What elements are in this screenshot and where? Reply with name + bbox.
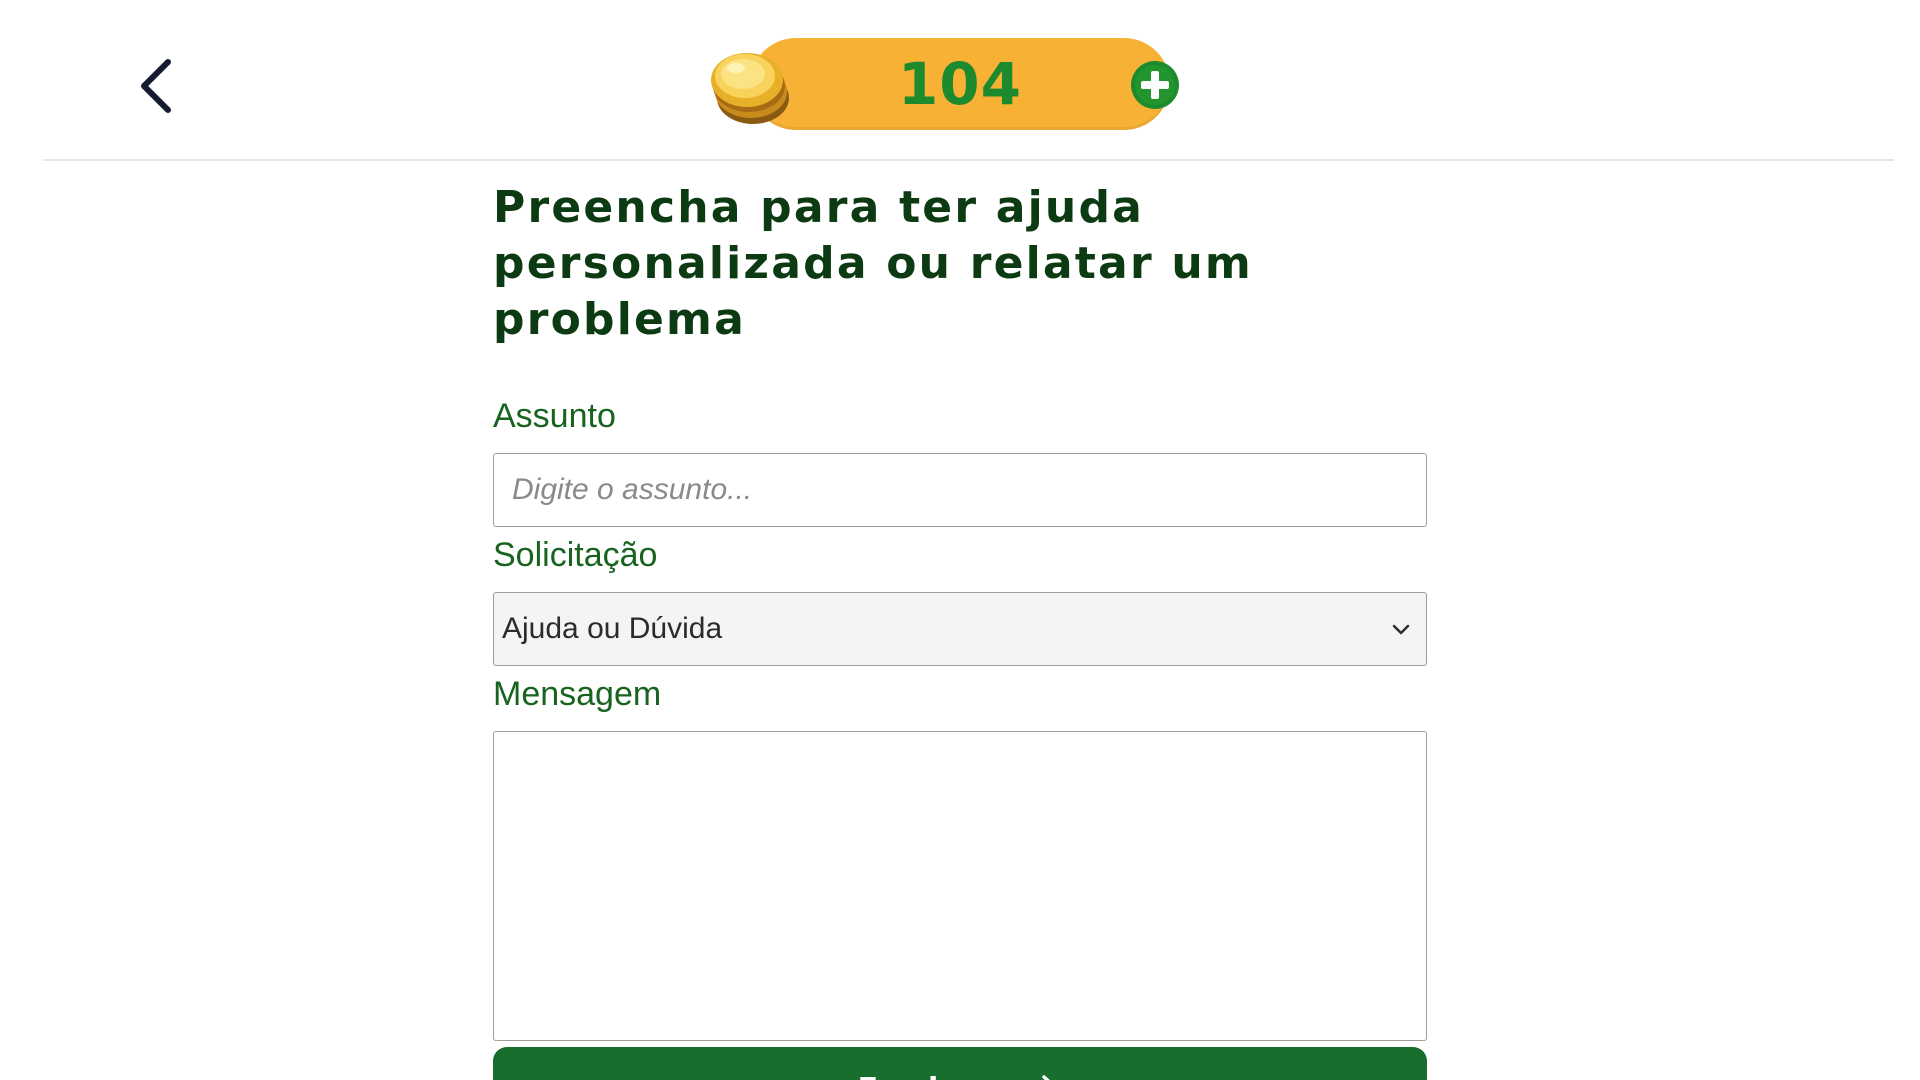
page-title-line-1: Preencha para ter ajuda (493, 182, 1145, 233)
help-form: Preencha para ter ajuda personalizada ou… (493, 180, 1427, 1080)
page-title-line-2: personalizada ou relatar um problema (493, 238, 1253, 345)
subject-input[interactable] (493, 453, 1427, 527)
request-label: Solicitação (493, 536, 658, 574)
back-button[interactable] (126, 56, 186, 116)
help-page: 104 Preencha para ter ajuda personalizad… (0, 0, 1920, 1080)
request-select-value: Ajuda ou Dúvida (502, 612, 723, 645)
submit-button-label: Enviar (858, 1072, 983, 1080)
coin-stack-icon (711, 53, 789, 124)
coin-balance: 104 (705, 38, 1185, 130)
coin-count: 104 (897, 50, 1023, 118)
message-textarea[interactable] (493, 731, 1427, 1041)
add-coins-button[interactable] (1130, 60, 1180, 110)
submit-button[interactable]: Enviar (493, 1047, 1427, 1080)
chevron-left-icon (141, 59, 171, 113)
message-label: Mensagem (493, 675, 662, 713)
arrow-right-icon (1042, 1075, 1051, 1080)
chevron-down-icon (1392, 624, 1410, 635)
plus-circle-icon (1131, 61, 1179, 109)
subject-label: Assunto (493, 397, 616, 435)
request-select[interactable]: Ajuda ou Dúvida (493, 592, 1427, 666)
header-divider (43, 159, 1894, 161)
page-title: Preencha para ter ajuda personalizada ou… (493, 180, 1427, 348)
